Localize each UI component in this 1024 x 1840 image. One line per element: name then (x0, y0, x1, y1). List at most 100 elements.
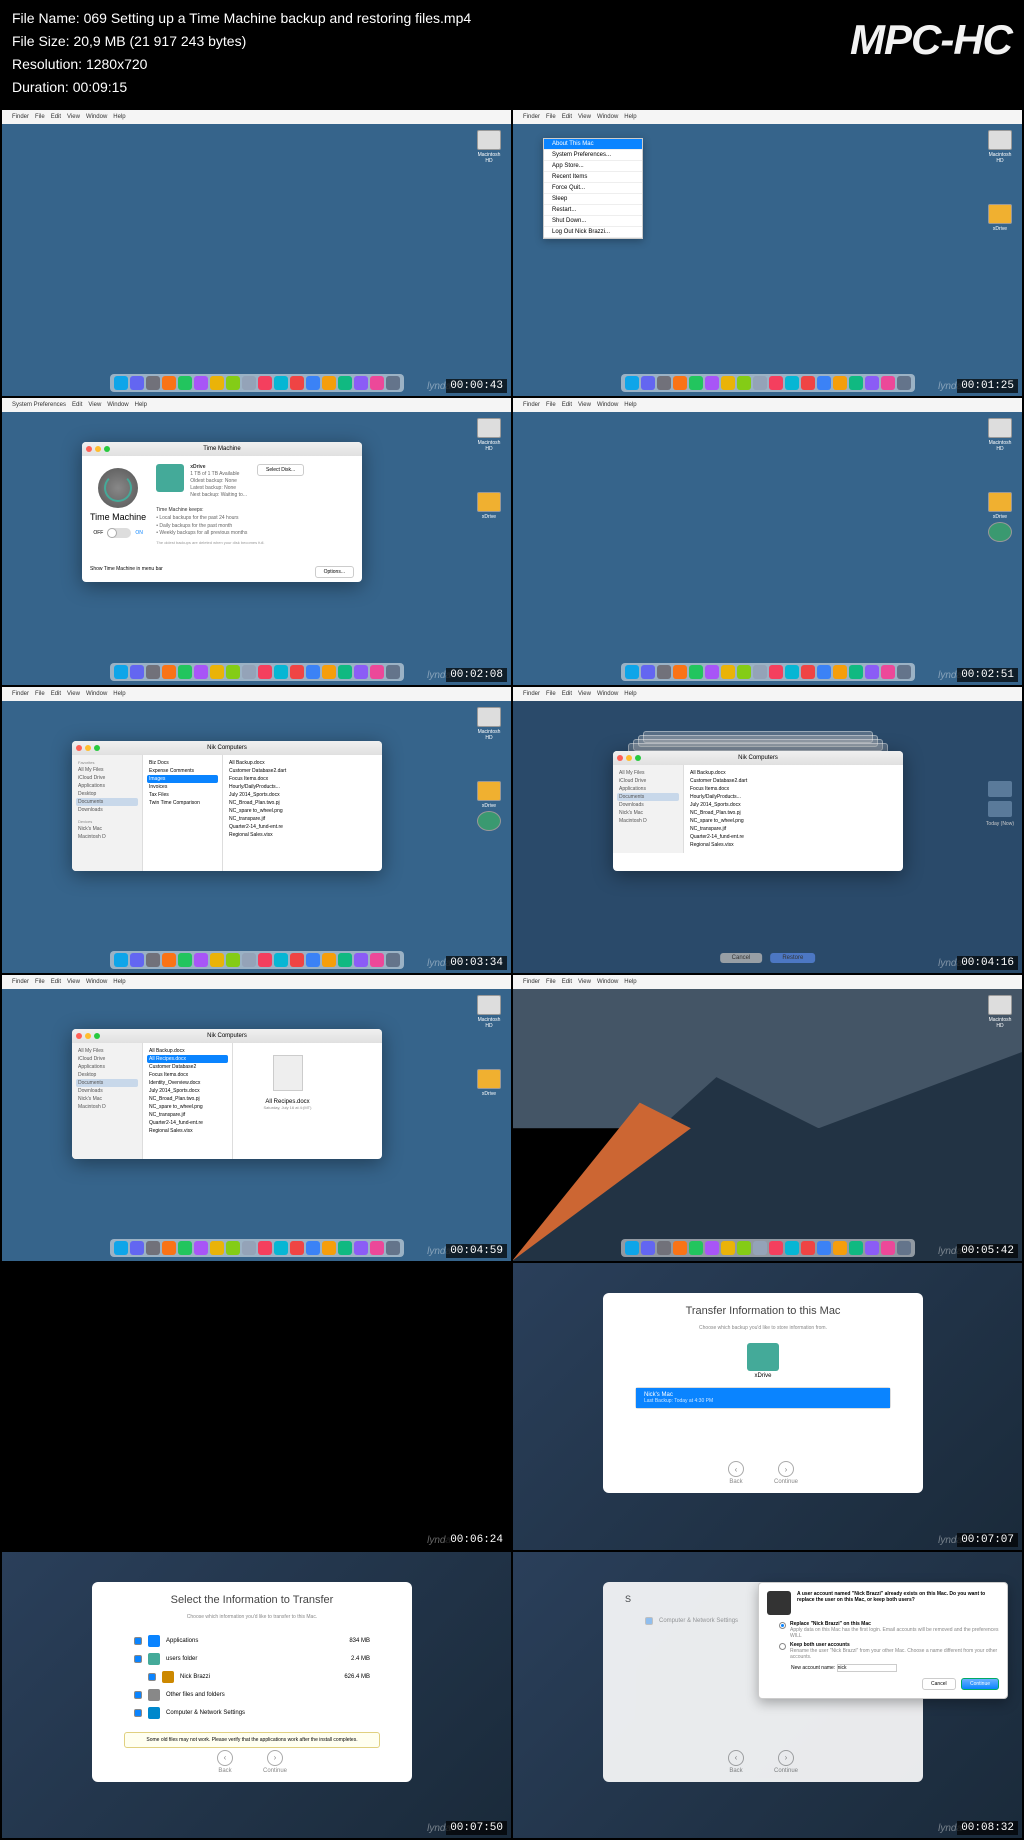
dock-app-icon[interactable] (146, 1241, 160, 1255)
dock-app-icon[interactable] (386, 1241, 400, 1255)
dock-app-icon[interactable] (242, 953, 256, 967)
dock-app-icon[interactable] (322, 665, 336, 679)
dock-app-icon[interactable] (354, 665, 368, 679)
dock-app-icon[interactable] (881, 1241, 895, 1255)
back-button[interactable]: ‹Back (217, 1750, 233, 1774)
transfer-item[interactable]: Computer & Network Settings (134, 1704, 370, 1722)
dock-app-icon[interactable] (641, 665, 655, 679)
dock-app-icon[interactable] (210, 376, 224, 390)
dock-app-icon[interactable] (130, 953, 144, 967)
dock-app-icon[interactable] (226, 376, 240, 390)
dock[interactable] (110, 374, 404, 392)
cancel-button[interactable]: Cancel (720, 953, 763, 963)
dock-app-icon[interactable] (801, 665, 815, 679)
finder-window[interactable]: Nik Computers Favorites All My Files iCl… (72, 741, 382, 871)
dock-app-icon[interactable] (849, 665, 863, 679)
continue-button[interactable]: Continue (961, 1678, 999, 1690)
dock-app-icon[interactable] (817, 665, 831, 679)
dock-app-icon[interactable] (274, 1241, 288, 1255)
dock-app-icon[interactable] (130, 665, 144, 679)
dock-app-icon[interactable] (322, 376, 336, 390)
user-conflict-dialog[interactable]: A user account named "Nick Brazzi" alrea… (758, 1582, 1008, 1699)
new-name-input[interactable] (837, 1664, 897, 1672)
dock-app-icon[interactable] (753, 665, 767, 679)
dock-app-icon[interactable] (689, 376, 703, 390)
dock-app-icon[interactable] (370, 1241, 384, 1255)
dock-app-icon[interactable] (210, 953, 224, 967)
dock-app-icon[interactable] (354, 376, 368, 390)
dock-app-icon[interactable] (146, 953, 160, 967)
dock-app-icon[interactable] (673, 665, 687, 679)
backup-selection[interactable]: Nick's Mac Last Backup: Today at 4:30 PM (636, 1388, 890, 1408)
dock-app-icon[interactable] (242, 1241, 256, 1255)
transfer-item[interactable]: users folder2.4 MB (134, 1650, 370, 1668)
select-disk-button[interactable]: Select Disk... (257, 464, 304, 476)
tm-restore-finder[interactable]: Nik Computers All My Files iCloud Drive … (613, 751, 903, 871)
options-button[interactable]: Options... (315, 566, 354, 578)
dock-app-icon[interactable] (146, 376, 160, 390)
dock-app-icon[interactable] (386, 665, 400, 679)
dock-app-icon[interactable] (178, 1241, 192, 1255)
hd-icon[interactable]: Macintosh HD (475, 130, 503, 164)
dock-app-icon[interactable] (881, 376, 895, 390)
dock-app-icon[interactable] (769, 665, 783, 679)
dock-app-icon[interactable] (721, 376, 735, 390)
dock-app-icon[interactable] (785, 1241, 799, 1255)
migration-panel[interactable]: Transfer Information to this Mac Choose … (603, 1293, 923, 1493)
dock-app-icon[interactable] (130, 376, 144, 390)
dock-app-icon[interactable] (657, 1241, 671, 1255)
dock-app-icon[interactable] (881, 665, 895, 679)
dock-app-icon[interactable] (705, 665, 719, 679)
keep-both-option[interactable]: Keep both user accountsRename the user "… (779, 1642, 999, 1660)
dock-app-icon[interactable] (625, 376, 639, 390)
dock-app-icon[interactable] (849, 1241, 863, 1255)
dock-app-icon[interactable] (673, 1241, 687, 1255)
dock-app-icon[interactable] (753, 376, 767, 390)
transfer-item[interactable]: Nick Brazzi626.4 MB (134, 1668, 370, 1686)
dock-app-icon[interactable] (194, 953, 208, 967)
dock-app-icon[interactable] (833, 1241, 847, 1255)
dock-app-icon[interactable] (737, 665, 751, 679)
dock-app-icon[interactable] (721, 665, 735, 679)
dock-app-icon[interactable] (705, 376, 719, 390)
dock-app-icon[interactable] (242, 376, 256, 390)
dock-app-icon[interactable] (306, 376, 320, 390)
dock-app-icon[interactable] (386, 953, 400, 967)
dock-app-icon[interactable] (737, 1241, 751, 1255)
replace-option[interactable]: Replace "Nick Brazzi" on this MacApply d… (779, 1621, 999, 1639)
dock-app-icon[interactable] (370, 953, 384, 967)
dock-app-icon[interactable] (849, 376, 863, 390)
dock-app-icon[interactable] (258, 953, 272, 967)
dock-app-icon[interactable] (865, 376, 879, 390)
dock-app-icon[interactable] (897, 376, 911, 390)
dock-app-icon[interactable] (689, 665, 703, 679)
dock-app-icon[interactable] (641, 1241, 655, 1255)
dock-app-icon[interactable] (338, 953, 352, 967)
dock-app-icon[interactable] (338, 665, 352, 679)
dock-app-icon[interactable] (194, 1241, 208, 1255)
dock-app-icon[interactable] (865, 665, 879, 679)
cancel-button[interactable]: Cancel (922, 1678, 956, 1690)
dock-app-icon[interactable] (226, 665, 240, 679)
dock-app-icon[interactable] (386, 376, 400, 390)
dock-app-icon[interactable] (210, 1241, 224, 1255)
dock-app-icon[interactable] (274, 953, 288, 967)
dock-app-icon[interactable] (114, 953, 128, 967)
dock-app-icon[interactable] (673, 376, 687, 390)
dock-app-icon[interactable] (801, 1241, 815, 1255)
apple-menu[interactable]: About This Mac System Preferences... App… (543, 138, 643, 239)
dock-app-icon[interactable] (817, 1241, 831, 1255)
finder-column-1[interactable]: Biz Docs Expense Comments Images Invoice… (142, 755, 222, 871)
tm-nav-down[interactable] (988, 801, 1012, 817)
dock-app-icon[interactable] (274, 376, 288, 390)
dock-app-icon[interactable] (817, 376, 831, 390)
dock-app-icon[interactable] (114, 665, 128, 679)
dock-app-icon[interactable] (242, 665, 256, 679)
dock-app-icon[interactable] (194, 376, 208, 390)
dock-app-icon[interactable] (785, 665, 799, 679)
dock-app-icon[interactable] (290, 953, 304, 967)
dock-app-icon[interactable] (897, 1241, 911, 1255)
dock-app-icon[interactable] (258, 1241, 272, 1255)
dock-app-icon[interactable] (178, 665, 192, 679)
dock-app-icon[interactable] (306, 953, 320, 967)
